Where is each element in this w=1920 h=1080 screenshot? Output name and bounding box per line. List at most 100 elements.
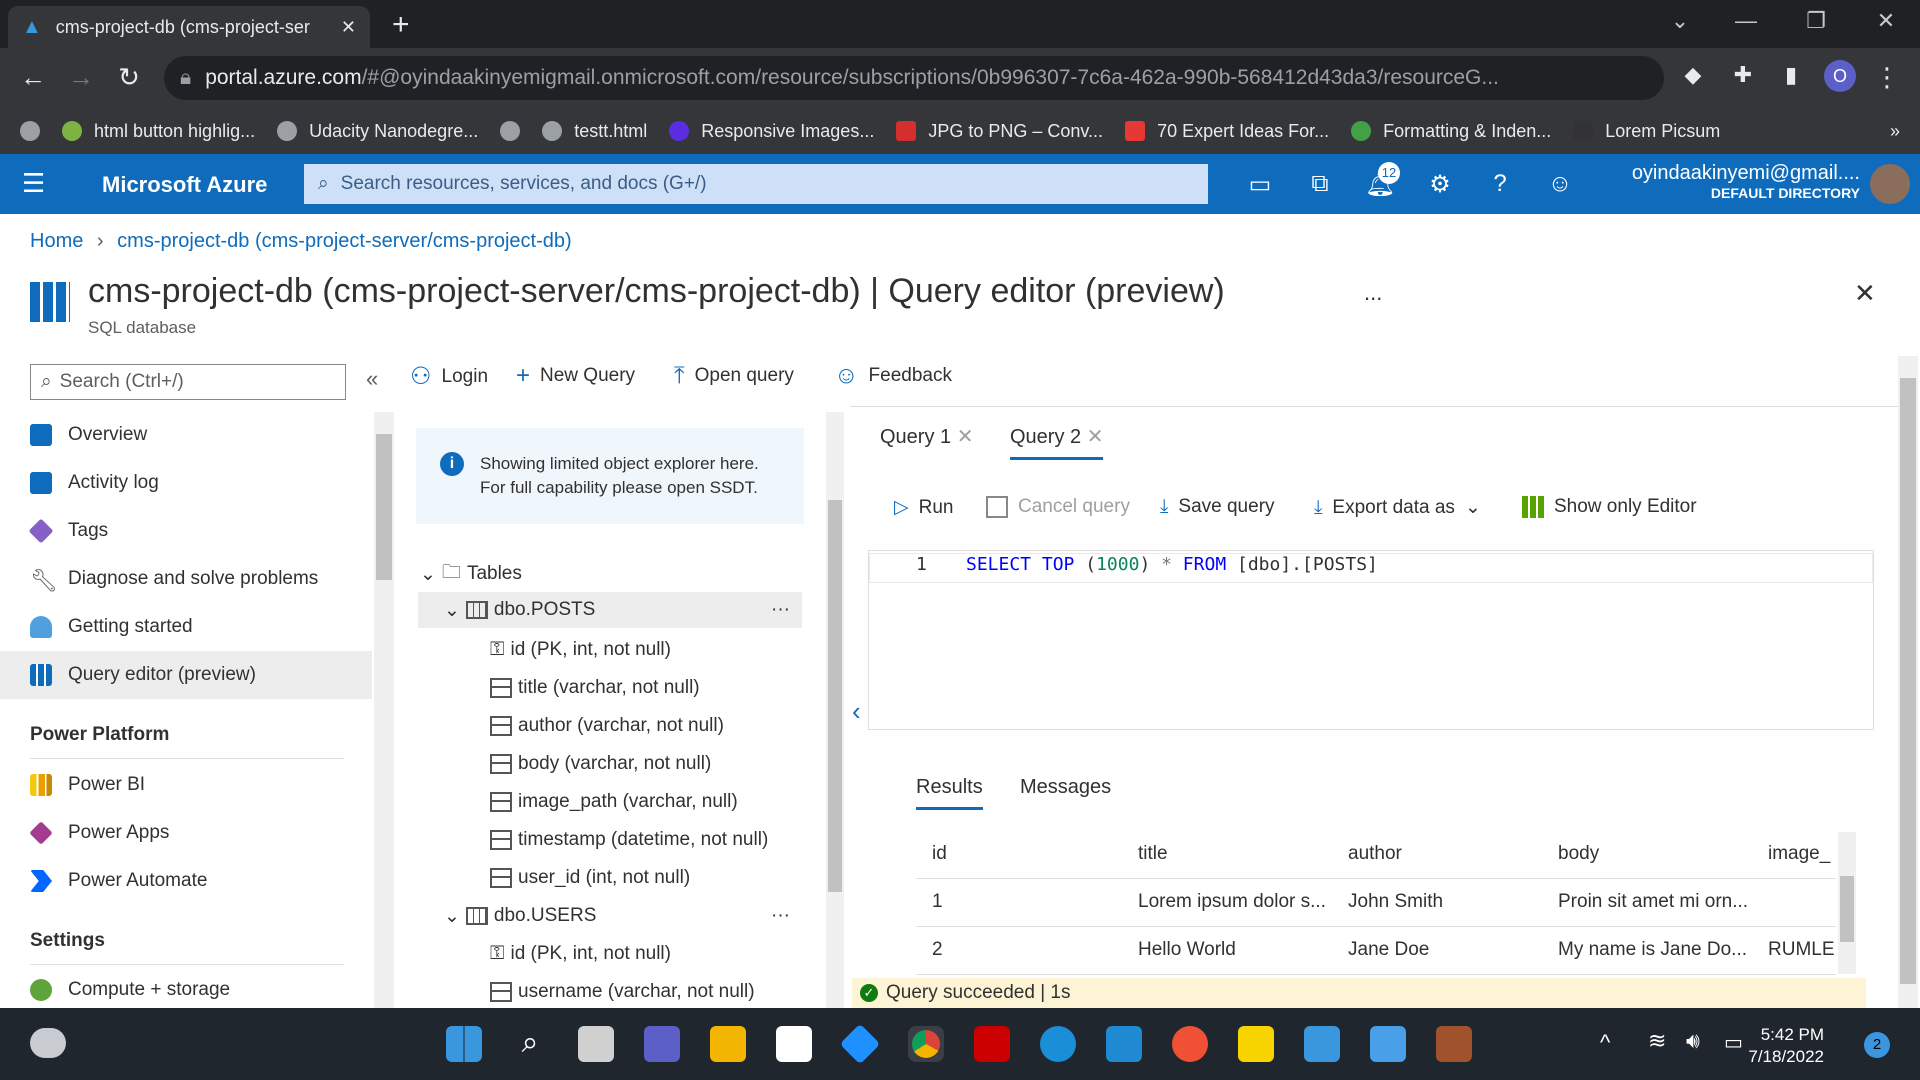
file-explorer-icon[interactable] — [710, 1026, 746, 1062]
reload-icon[interactable]: ↻ — [112, 62, 146, 93]
feedback-icon[interactable]: ☺ — [1540, 170, 1580, 198]
search-icon[interactable]: ⌕ — [512, 1026, 548, 1062]
cancel-query-button[interactable]: Cancel query — [986, 496, 1130, 518]
store-icon[interactable] — [776, 1026, 812, 1062]
bookmark-item[interactable]: Lorem Picsum — [1573, 121, 1720, 142]
more-options-button[interactable]: ... — [1364, 280, 1382, 306]
postman-icon[interactable] — [1172, 1026, 1208, 1062]
tree-node-column[interactable]: author (varchar, not null) — [490, 708, 724, 744]
column-header[interactable]: image_ — [1752, 830, 1836, 879]
table-cell[interactable]: Proin sit amet mi orn... — [1542, 878, 1752, 927]
breadcrumb-home[interactable]: Home — [30, 230, 83, 252]
user-avatar[interactable] — [1870, 164, 1910, 204]
restore-button[interactable]: ❐ — [1796, 8, 1836, 34]
more-bookmarks-icon[interactable]: » — [1890, 121, 1900, 142]
task-view-icon[interactable] — [578, 1026, 614, 1062]
global-search-input[interactable]: ⌕ Search resources, services, and docs (… — [304, 164, 1208, 204]
tree-node-column[interactable]: timestamp (datetime, not null) — [490, 822, 768, 858]
results-scrollbar-thumb[interactable] — [1840, 876, 1854, 942]
show-only-editor-button[interactable]: Show only Editor — [1522, 496, 1697, 518]
tree-node-tables[interactable]: ⌄ 🗀︎ Tables — [420, 556, 522, 592]
bookmark-item[interactable]: JPG to PNG – Conv... — [896, 121, 1103, 142]
bookmark-item[interactable]: testt.html — [542, 121, 647, 142]
sql-code-line[interactable]: SELECT TOP (1000) * FROM [dbo].[POSTS] — [966, 554, 1378, 575]
table-cell[interactable]: Jane Doe — [1332, 926, 1542, 975]
tree-node-users[interactable]: ⌄ dbo.USERS ··· — [444, 898, 802, 934]
sidebar-item-tags[interactable]: Tags — [0, 507, 372, 555]
azure-brand[interactable]: Microsoft Azure — [102, 172, 267, 198]
sidebar-item-query-editor[interactable]: Query editor (preview) — [0, 651, 372, 699]
tab-search-icon[interactable]: ⌄ — [1660, 8, 1700, 34]
url-input[interactable]: 🔒︎ portal.azure.com /#@oyindaakinyemigma… — [164, 56, 1664, 100]
new-tab-button[interactable]: + — [392, 10, 410, 40]
sticky-notes-icon[interactable] — [1238, 1026, 1274, 1062]
notification-count-badge[interactable]: 2 — [1864, 1032, 1890, 1058]
bookmark-item[interactable] — [20, 121, 40, 141]
notepad-icon[interactable] — [1370, 1026, 1406, 1062]
sidebar-item-activity-log[interactable]: Activity log — [0, 459, 372, 507]
tab-query-2[interactable]: Query 2 ✕ — [1010, 424, 1104, 460]
battery-icon[interactable]: ▭ — [1724, 1030, 1743, 1055]
profile-avatar[interactable]: O — [1824, 60, 1856, 92]
sql-editor[interactable] — [868, 550, 1874, 730]
open-query-button[interactable]: ⤒ Open query — [674, 362, 794, 390]
tab-results[interactable]: Results — [916, 776, 983, 810]
table-cell[interactable]: RUMLE — [1752, 926, 1836, 975]
tree-node-column[interactable]: image_path (varchar, null) — [490, 784, 738, 820]
browser-tab[interactable]: ▲ cms-project-db (cms-project-ser ✕ — [8, 6, 370, 48]
teams-chat-icon[interactable] — [644, 1026, 680, 1062]
column-header[interactable]: body — [1542, 830, 1752, 879]
sidebar-item-compute-storage[interactable]: Compute + storage — [0, 966, 372, 1014]
tree-node-column[interactable]: ⚿ id (PK, int, not null) — [490, 936, 671, 972]
clock[interactable]: 5:42 PM 7/18/2022 — [1748, 1024, 1824, 1068]
bookmark-item[interactable]: 70 Expert Ideas For... — [1125, 121, 1329, 142]
sidebar-item-diagnose[interactable]: 🔧︎ Diagnose and solve problems — [0, 555, 372, 603]
sidebar-item-power-bi[interactable]: Power BI — [0, 761, 372, 809]
weather-icon[interactable] — [30, 1028, 66, 1058]
extension-icon[interactable]: ◆ — [1676, 62, 1710, 88]
settings-gear-icon[interactable]: ⚙ — [1420, 170, 1460, 199]
chrome-icon[interactable] — [908, 1026, 944, 1062]
account-info[interactable]: oyindaakinyemi@gmail.... DEFAULT DIRECTO… — [1632, 162, 1860, 201]
sidebar-scrollbar-thumb[interactable] — [376, 434, 392, 580]
menu-icon[interactable]: ⋮ — [1870, 62, 1904, 93]
sidebar-item-power-automate[interactable]: Power Automate — [0, 857, 372, 905]
close-blade-icon[interactable]: ✕ — [1854, 278, 1876, 309]
feedback-button[interactable]: ☺ Feedback — [834, 362, 952, 390]
table-row[interactable]: 1 Lorem ipsum dolor s... John Smith Proi… — [916, 878, 1836, 927]
close-window-button[interactable]: ✕ — [1866, 8, 1906, 34]
tree-node-posts[interactable]: ⌄ dbo.POSTS ··· — [418, 592, 802, 628]
tree-node-column[interactable]: title (varchar, not null) — [490, 670, 700, 706]
table-cell[interactable]: My name is Jane Do... — [1542, 926, 1752, 975]
tree-node-column[interactable]: user_id (int, not null) — [490, 860, 690, 896]
winrar-icon[interactable] — [1436, 1026, 1472, 1062]
table-cell[interactable]: John Smith — [1332, 878, 1542, 927]
bookmark-item[interactable]: Udacity Nanodegre... — [277, 121, 478, 142]
edge-icon[interactable] — [1040, 1026, 1076, 1062]
table-cell[interactable] — [1752, 878, 1836, 927]
sidebar-item-getting-started[interactable]: Getting started — [0, 603, 372, 651]
table-cell[interactable]: Lorem ipsum dolor s... — [1122, 878, 1332, 927]
bookmark-item[interactable]: Formatting & Inden... — [1351, 121, 1551, 142]
tree-node-column[interactable]: ⚿ id (PK, int, not null) — [490, 632, 671, 668]
vscode-icon[interactable] — [1106, 1026, 1142, 1062]
bookmark-item[interactable]: html button highlig... — [62, 121, 255, 142]
new-query-button[interactable]: + New Query — [516, 362, 635, 390]
sidepanel-icon[interactable]: ▮ — [1774, 62, 1808, 88]
breadcrumb-current[interactable]: cms-project-db (cms-project-server/cms-p… — [117, 230, 572, 252]
acrobat-icon[interactable] — [974, 1026, 1010, 1062]
bookmark-item[interactable] — [500, 121, 521, 141]
close-icon[interactable]: ✕ — [1087, 426, 1104, 448]
tab-query-1[interactable]: Query 1 ✕ — [880, 424, 973, 449]
photos-icon[interactable] — [1304, 1026, 1340, 1062]
close-icon[interactable]: ✕ — [957, 426, 974, 448]
close-tab-icon[interactable]: ✕ — [341, 17, 356, 38]
column-header[interactable]: id — [916, 830, 1122, 879]
sidebar-item-overview[interactable]: Overview — [0, 411, 372, 459]
table-cell[interactable]: Hello World — [1122, 926, 1332, 975]
app-icon[interactable] — [839, 1023, 881, 1065]
column-header[interactable]: title — [1122, 830, 1332, 879]
back-icon[interactable]: ← — [16, 62, 50, 93]
login-button[interactable]: ⚇ Login — [410, 362, 488, 391]
table-cell[interactable]: 1 — [916, 878, 1122, 927]
